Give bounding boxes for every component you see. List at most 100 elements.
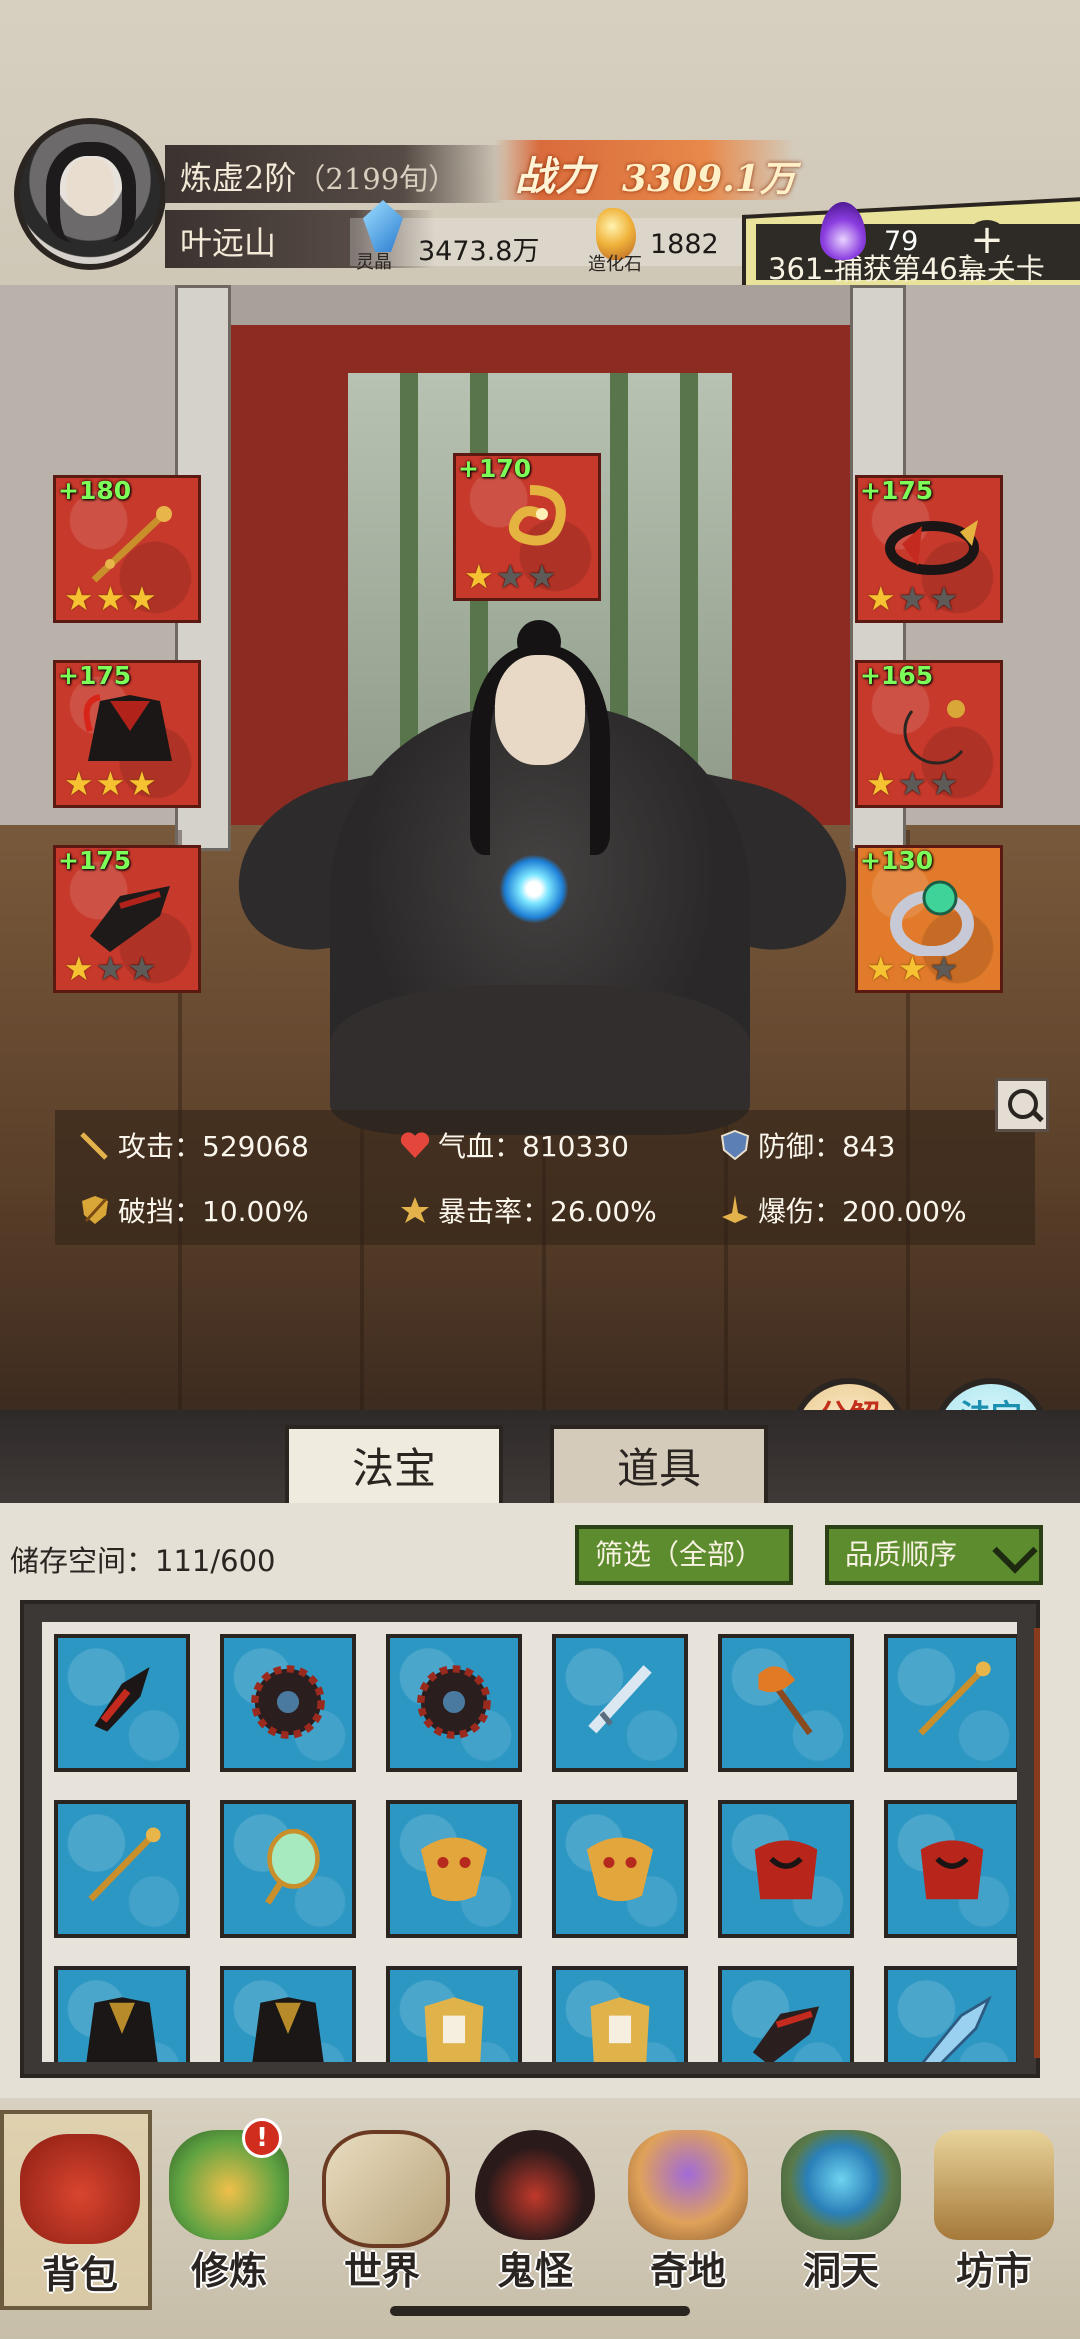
inventory-slot[interactable] [884,1634,1017,1772]
inventory-slot[interactable] [884,1800,1017,1938]
golden-armor-icon [424,1997,484,2062]
nav-cultivate-label: 修炼 [190,2248,267,2293]
equip-slot-gauntlet[interactable]: +175 ★★★ [53,845,201,993]
nav-wonder[interactable]: 奇地 [612,2110,764,2310]
dark-chakram-icon [417,1665,491,1739]
nav-ghost[interactable]: 鬼怪 [459,2110,611,2310]
magnify-button[interactable] [995,1078,1049,1132]
equip-slot-charm[interactable]: +170 ★★★ [453,453,601,601]
black-robe-icon [86,1997,158,2062]
star-rating: ★★★ [866,579,961,618]
nav-ghost-label: 鬼怪 [496,2248,573,2293]
inventory-slot[interactable] [552,1800,688,1938]
heart-icon [400,1132,430,1158]
sort-dropdown[interactable]: 品质顺序 [825,1525,1043,1585]
nav-cave[interactable]: 洞天 [765,2110,917,2310]
portal-icon [781,2130,901,2240]
demon-armor-icon [754,1840,818,1900]
nav-world[interactable]: 世界 [306,2110,458,2310]
nav-wonder-label: 奇地 [649,2248,726,2293]
nav-market[interactable]: 坊市 [918,2110,1070,2310]
power-label: 战力 [515,153,595,200]
equip-level: +165 [860,661,934,690]
stat-crit-damage: 爆伤：200.00% [718,1190,967,1230]
golden-dragon-charm-icon [508,485,566,546]
nav-bag[interactable]: 背包 [0,2110,152,2310]
crescent-pendant-icon [903,700,965,765]
chevron-down-icon [992,1528,1038,1574]
inventory-slot[interactable] [220,1966,356,2062]
inventory-slot[interactable] [386,1800,522,1938]
golden-mask-icon [586,1837,654,1902]
inventory-slot[interactable] [718,1634,854,1772]
black-robe-icon [252,1997,324,2062]
tab-items[interactable]: 道具 [550,1425,768,1505]
crystal-value: 3473.8万 [418,236,540,267]
star-rating: ★★★ [64,579,159,618]
equip-level: +175 [58,661,132,690]
notification-badge: ! [242,2118,282,2158]
nav-cultivate[interactable]: 修炼 [153,2110,305,2310]
stat-attack: 攻击：529068 [78,1125,309,1165]
inventory-slot[interactable] [884,1966,1017,2062]
equip-slot-headband[interactable]: +175 ★★★ [855,475,1003,623]
nav-market-label: 坊市 [955,2248,1032,2293]
demon-armor-icon [920,1840,984,1900]
nav-cave-label: 洞天 [802,2248,879,2293]
inventory-slot[interactable] [220,1634,356,1772]
jade-ring-icon [890,880,974,956]
inventory-slot[interactable] [718,1800,854,1938]
inventory-slot[interactable] [386,1634,522,1772]
star-rating: ★★★ [64,949,159,988]
equip-slot-ring[interactable]: +130 ★★★ [855,845,1003,993]
inventory-slot[interactable] [54,1634,190,1772]
inventory-slot[interactable] [718,1966,854,2062]
inventory-slot[interactable] [552,1966,688,2062]
equip-level: +180 [58,476,132,505]
inventory-slot[interactable] [54,1800,190,1938]
player-avatar[interactable] [14,118,166,270]
stone-label: 造化石 [588,254,642,275]
tab-treasure[interactable]: 法宝 [285,1425,503,1505]
inventory-grid-frame [20,1600,1040,2078]
star-rating: ★★★ [464,557,559,596]
inventory-slot[interactable] [552,1634,688,1772]
inventory-grid[interactable] [42,1622,1017,2062]
character-head [495,655,585,765]
broken-shield-icon [82,1196,108,1224]
add-resource-button[interactable]: + [965,220,1009,264]
ice-blade-icon [921,1995,992,2062]
stone-value: 1882 [650,229,719,260]
golden-mask-icon [420,1837,488,1902]
golden-armor-icon [590,1997,650,2062]
inventory-slot[interactable] [54,1966,190,2062]
jade-mirror-icon [265,1828,320,1905]
equip-level: +175 [58,846,132,875]
sword-icon [80,1132,108,1160]
home-indicator [390,2306,690,2316]
power-value: 3309.1万 [622,158,796,200]
inventory-slot[interactable] [220,1800,356,1938]
golden-staff-icon [88,1827,161,1902]
equip-slot-pendant[interactable]: +165 ★★★ [855,660,1003,808]
red-gauntlet-icon [752,2006,820,2062]
inventory-slot[interactable] [386,1966,522,2062]
demon-egg-icon [475,2130,595,2240]
equip-slot-weapon[interactable]: +180 ★★★ [53,475,201,623]
red-headband-icon [885,520,979,575]
equip-level: +175 [860,476,934,505]
crit-burst-icon [401,1197,429,1223]
realm-label: 炼虚2阶（2199旬） [180,159,458,197]
crit-damage-icon [722,1195,748,1223]
scroll-map-icon [322,2130,450,2248]
storage-capacity: 储存空间：111/600 [10,1544,276,1578]
bag-icon [20,2134,140,2244]
equip-slot-armor[interactable]: +175 ★★★ [53,660,201,808]
stat-hp: 气血：810330 [398,1125,629,1165]
star-rating: ★★★ [866,764,961,803]
filter-button[interactable]: 筛选（全部） [575,1525,793,1585]
inventory-scrollbar[interactable] [1034,1628,1040,2058]
equip-level: +130 [860,846,934,875]
star-rating: ★★★ [64,764,159,803]
spirit-orb [500,855,568,923]
